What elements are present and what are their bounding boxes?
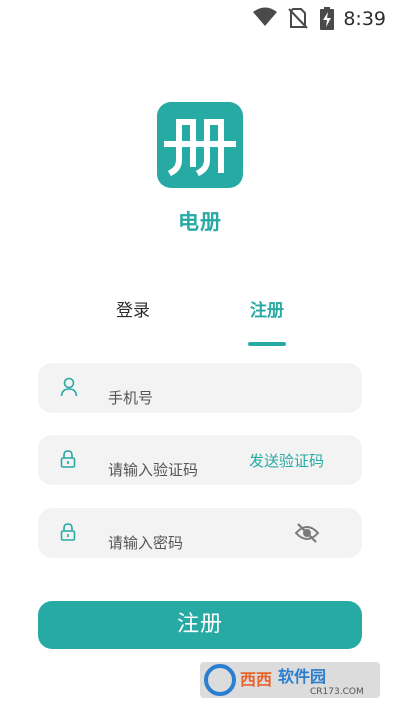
eye-off-icon[interactable] — [294, 523, 320, 547]
no-sim-icon — [288, 7, 308, 33]
app-name: 电册 — [178, 210, 222, 234]
app-logo — [157, 102, 243, 188]
phone-input[interactable]: 手机号 — [108, 388, 153, 408]
watermark-logo: 西西 软件园 CR173.COM — [200, 660, 380, 700]
wifi-icon — [252, 7, 278, 31]
verification-code-field[interactable]: 请输入验证码 发送验证码 — [38, 435, 362, 485]
status-bar: 8:39 — [0, 0, 400, 36]
user-icon — [60, 377, 78, 401]
register-button[interactable]: 注册 — [38, 601, 362, 649]
status-time: 8:39 — [343, 8, 386, 30]
lock-icon — [60, 449, 76, 473]
phone-field[interactable]: 手机号 — [38, 363, 362, 413]
send-code-button[interactable]: 发送验证码 — [249, 451, 324, 471]
tab-register[interactable]: 注册 — [217, 296, 317, 321]
active-tab-indicator — [248, 342, 286, 346]
battery-charging-icon — [318, 7, 336, 35]
password-input[interactable]: 请输入密码 — [108, 533, 183, 553]
verification-code-input[interactable]: 请输入验证码 — [108, 460, 198, 480]
svg-text:西西: 西西 — [240, 670, 272, 689]
svg-text:CR173.COM: CR173.COM — [310, 687, 364, 697]
svg-text:软件园: 软件园 — [278, 667, 326, 686]
tab-login[interactable]: 登录 — [83, 296, 183, 321]
app-logo-glyph — [164, 119, 236, 177]
password-field[interactable]: 请输入密码 — [38, 508, 362, 558]
lock-icon — [60, 522, 76, 546]
